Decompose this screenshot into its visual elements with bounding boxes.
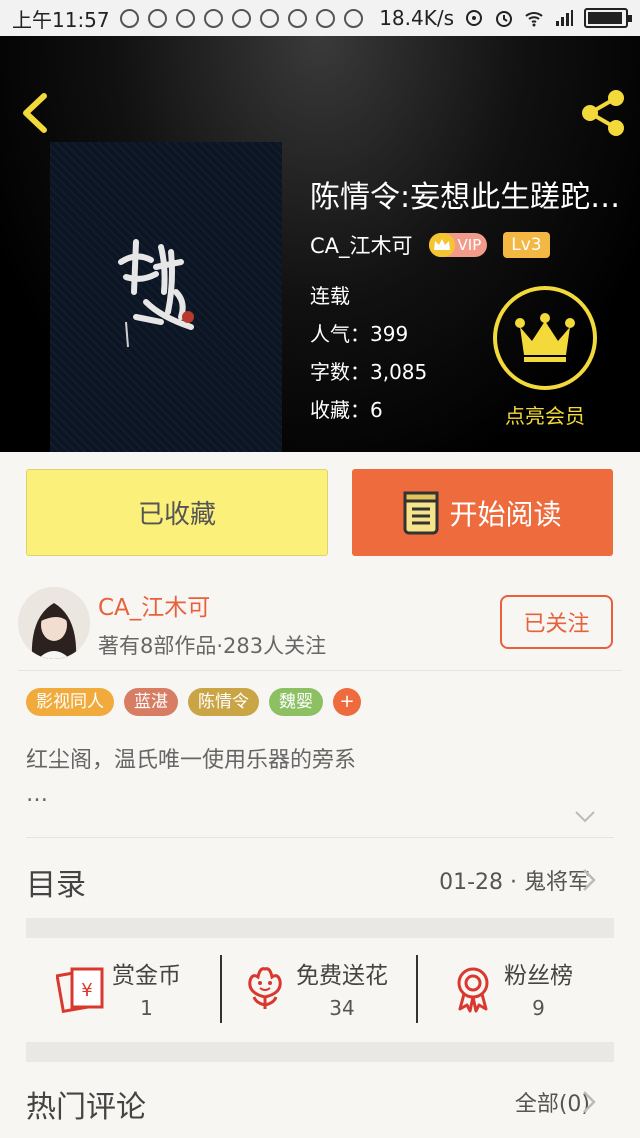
author-info-name[interactable]: CA_江木可 xyxy=(98,588,210,622)
stat-value: 9 xyxy=(532,996,545,1020)
cover-calligraphy-art xyxy=(118,239,194,348)
author-avatar[interactable] xyxy=(18,587,90,659)
book-intro[interactable]: 红尘阁，温氏唯一使用乐器的旁系 … xyxy=(26,744,616,812)
hot-comments-label: 热门评论 xyxy=(26,1090,146,1125)
wifi-icon xyxy=(525,12,543,27)
stat-reward-coins[interactable]: ¥ 赏金币 1 xyxy=(56,952,181,1024)
tag-item[interactable]: 陈情令 xyxy=(188,688,259,716)
chevron-down-icon[interactable] xyxy=(574,810,596,824)
member-crown-circle xyxy=(493,286,597,390)
battery-icon xyxy=(584,8,632,28)
author-name[interactable]: CA_江木可 xyxy=(310,230,413,260)
book-word-count: 字数：3,085 xyxy=(310,360,428,384)
stat-value: 1 xyxy=(140,996,153,1020)
section-band xyxy=(26,918,614,938)
vip-label: VIP xyxy=(457,236,482,254)
crown-icon xyxy=(428,233,455,257)
book-cover[interactable] xyxy=(50,142,282,452)
signal-icon xyxy=(556,10,573,26)
stat-title: 粉丝榜 xyxy=(504,963,573,989)
red-envelope-icon: ¥ xyxy=(56,967,104,1013)
toc-label[interactable]: 目录 xyxy=(26,860,86,904)
intro-ellipsis: … xyxy=(26,782,48,807)
follow-button[interactable]: 已关注 xyxy=(500,595,613,649)
member-button[interactable]: 点亮会员 xyxy=(490,286,600,429)
notification-icon xyxy=(231,8,251,28)
ribbon-medal-icon xyxy=(457,967,489,1013)
vip-badge: VIP xyxy=(428,233,488,257)
notification-icon xyxy=(119,8,139,28)
avatar-photo xyxy=(18,587,90,659)
member-label: 点亮会员 xyxy=(505,404,585,428)
stat-value: 34 xyxy=(329,996,355,1020)
book-status: 连载 xyxy=(310,284,350,308)
author-info-summary: 著有8部作品·283人关注 xyxy=(98,634,327,658)
book-icon xyxy=(403,491,439,534)
chevron-right-icon[interactable] xyxy=(582,868,596,892)
back-arrow-icon[interactable] xyxy=(14,88,54,138)
tag-item[interactable]: 蓝湛 xyxy=(124,688,178,716)
book-favorites: 收藏：6 xyxy=(310,398,383,422)
notification-icon xyxy=(343,8,363,28)
weibo-icon xyxy=(287,8,307,28)
tag-list: 影视同人 蓝湛 陈情令 魏婴 + xyxy=(26,688,361,716)
more-tags-button[interactable]: + xyxy=(333,688,361,716)
author-row: CA_江木可 VIP Lv3 xyxy=(310,230,550,260)
status-time: 上午11:57 xyxy=(12,7,110,32)
share-icon[interactable] xyxy=(578,88,628,138)
flower-icon xyxy=(248,967,282,1009)
stat-divider xyxy=(416,955,418,1023)
stat-fan-ranking[interactable]: 粉丝榜 9 xyxy=(448,952,573,1024)
tag-item[interactable]: 魏婴 xyxy=(269,688,323,716)
notification-icon xyxy=(147,8,167,28)
book-header: 陈情令:妄想此生蹉跎… CA_江木可 VIP Lv3 连载 人气：399 字数：… xyxy=(0,36,640,452)
crown-icon xyxy=(515,313,575,362)
toc-latest-chapter[interactable]: 01-28 · 鬼将军 xyxy=(439,864,590,896)
notification-icon xyxy=(203,8,223,28)
alarm-icon xyxy=(496,11,512,27)
book-title: 陈情令:妄想此生蹉跎… xyxy=(310,180,621,215)
notification-icons xyxy=(119,8,363,28)
stat-free-flowers[interactable]: 免费送花 34 xyxy=(240,952,388,1024)
collected-button[interactable]: 已收藏 xyxy=(26,469,328,556)
intro-line: 红尘阁，温氏唯一使用乐器的旁系 xyxy=(26,748,357,773)
svg-text:¥: ¥ xyxy=(81,980,92,1001)
weibo-icon xyxy=(315,8,335,28)
status-bar: 上午11:57 18.4K/s xyxy=(0,0,640,36)
network-speed: 18.4K/s xyxy=(379,6,454,30)
stat-divider xyxy=(220,955,222,1023)
section-band xyxy=(26,1042,614,1062)
all-comments-link[interactable]: 全部(0) xyxy=(515,1086,590,1118)
tag-item[interactable]: 影视同人 xyxy=(26,688,114,716)
divider xyxy=(26,837,614,838)
stat-title: 免费送花 xyxy=(296,963,388,989)
notification-icon xyxy=(175,8,195,28)
start-reading-label: 开始阅读 xyxy=(449,497,562,531)
divider xyxy=(18,670,622,671)
start-reading-button[interactable]: 开始阅读 xyxy=(352,469,613,556)
chevron-right-icon[interactable] xyxy=(582,1090,596,1114)
stat-title: 赏金币 xyxy=(112,963,181,989)
notification-icon xyxy=(259,8,279,28)
book-popularity: 人气：399 xyxy=(310,322,409,346)
level-badge: Lv3 xyxy=(503,232,550,258)
vpn-icon xyxy=(466,10,482,26)
